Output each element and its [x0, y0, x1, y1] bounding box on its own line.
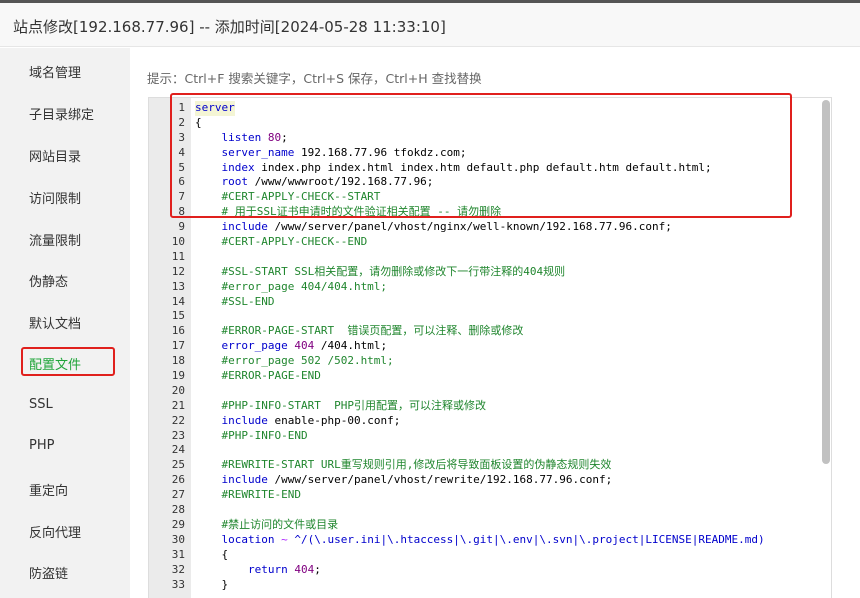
code-text: #SSL-START SSL相关配置，请勿删除或修改下一行带注释的404规则 [195, 264, 566, 278]
sidebar-item-php[interactable]: PHP [29, 438, 54, 453]
sidebar-item-redirect[interactable]: 重定向 [29, 480, 68, 499]
code-line[interactable]: 17 error_page 404 /404.html; [149, 339, 819, 354]
sidebar-item-domain[interactable]: 域名管理 [29, 62, 81, 81]
code-line[interactable]: 32 return 404; [149, 563, 819, 578]
code-line[interactable]: 25 #REWRITE-START URL重写规则引用,修改后将导致面板设置的伪… [149, 458, 819, 473]
line-number: 21 [171, 398, 185, 412]
code-text: return 404; [247, 562, 321, 576]
code-text: #REWRITE-START URL重写规则引用,修改后将导致面板设置的伪静态规… [195, 458, 612, 472]
sidebar-item-default-document[interactable]: 默认文档 [29, 313, 81, 332]
line-number: 16 [171, 324, 185, 338]
sidebar-item-subdirectory[interactable]: 子目录绑定 [29, 104, 94, 123]
code-text: #ERROR-PAGE-START 错误页配置，可以注释、删除或修改 [195, 324, 524, 338]
line-number: 20 [171, 383, 185, 397]
sidebar-item-ssl[interactable]: SSL [29, 397, 53, 412]
sidebar-item-traffic-limit[interactable]: 流量限制 [29, 230, 81, 249]
sidebar-item-site-directory[interactable]: 网站目录 [29, 146, 81, 165]
code-text: location ~ ^/(\.user.ini|\.htaccess|\.gi… [221, 532, 765, 546]
code-line[interactable]: 9 include /www/server/panel/vhost/nginx/… [149, 220, 819, 235]
code-text: #CERT-APPLY-CHECK--END [195, 235, 368, 249]
line-number: 22 [171, 413, 185, 427]
code-text: { [195, 547, 229, 561]
code-text: #error_page 404/404.html; [195, 279, 388, 293]
code-line[interactable]: 30 location ~ ^/(\.user.ini|\.htaccess|\… [149, 533, 819, 548]
active-item-annotation-box [21, 347, 115, 376]
line-number: 26 [171, 473, 185, 487]
line-number: 25 [171, 458, 185, 472]
code-line[interactable]: 29 #禁止访问的文件或目录 [149, 518, 819, 533]
sidebar: 域名管理 子目录绑定 网站目录 访问限制 流量限制 伪静态 默认文档 配置文件 … [0, 48, 130, 598]
code-line[interactable]: 27 #REWRITE-END [149, 488, 819, 503]
line-number: 15 [171, 309, 185, 323]
code-text: include /www/server/panel/vhost/nginx/we… [221, 220, 672, 234]
line-number: 24 [171, 443, 185, 457]
line-number: 30 [171, 532, 185, 546]
code-line[interactable]: 23 #PHP-INFO-END [149, 429, 819, 444]
line-number: 18 [171, 354, 185, 368]
code-line[interactable]: 11 [149, 250, 819, 265]
line-number: 17 [171, 339, 185, 353]
code-text: } [195, 577, 229, 591]
line-number: 27 [171, 488, 185, 502]
code-text: include enable-php-00.conf; [221, 413, 401, 427]
code-annotation-box [170, 93, 792, 218]
line-number: 33 [171, 577, 185, 591]
code-line[interactable]: 10 #CERT-APPLY-CHECK--END [149, 235, 819, 250]
editor-hint: 提示：Ctrl+F 搜索关键字，Ctrl+S 保存，Ctrl+H 查找替换 [147, 71, 482, 86]
sidebar-item-access-limit[interactable]: 访问限制 [29, 188, 81, 207]
code-line[interactable]: 15 [149, 309, 819, 324]
line-number: 28 [171, 503, 185, 517]
code-line[interactable]: 33 } [149, 578, 819, 593]
code-line[interactable]: 16 #ERROR-PAGE-START 错误页配置，可以注释、删除或修改 [149, 324, 819, 339]
line-number: 29 [171, 517, 185, 531]
code-line[interactable]: 31 { [149, 548, 819, 563]
code-text: #PHP-INFO-END [195, 428, 308, 442]
line-number: 19 [171, 369, 185, 383]
code-text: #REWRITE-END [195, 488, 301, 502]
code-text: #error_page 502 /502.html; [195, 354, 394, 368]
line-number: 10 [171, 235, 185, 249]
code-line[interactable]: 28 [149, 503, 819, 518]
code-text: include /www/server/panel/vhost/rewrite/… [221, 473, 613, 487]
code-line[interactable]: 19 #ERROR-PAGE-END [149, 369, 819, 384]
sidebar-item-hotlink-protection[interactable]: 防盗链 [29, 563, 68, 582]
line-number: 32 [171, 562, 185, 576]
code-line[interactable]: 24 [149, 443, 819, 458]
line-number: 13 [171, 279, 185, 293]
dialog-title: 站点修改[192.168.77.96] -- 添加时间[2024-05-28 1… [13, 18, 446, 36]
line-number: 14 [171, 294, 185, 308]
code-line[interactable]: 14 #SSL-END [149, 295, 819, 310]
dialog-titlebar: 站点修改[192.168.77.96] -- 添加时间[2024-05-28 1… [0, 3, 860, 47]
code-text: #ERROR-PAGE-END [195, 369, 321, 383]
code-line[interactable]: 12 #SSL-START SSL相关配置，请勿删除或修改下一行带注释的404规… [149, 265, 819, 280]
code-text: error_page 404 /404.html; [221, 339, 388, 353]
code-line[interactable]: 13 #error_page 404/404.html; [149, 280, 819, 295]
code-text: #禁止访问的文件或目录 [195, 517, 339, 531]
line-number: 31 [171, 547, 185, 561]
sidebar-item-rewrite-static[interactable]: 伪静态 [29, 271, 68, 290]
editor-scrollbar[interactable] [822, 100, 830, 464]
code-text: #SSL-END [195, 294, 275, 308]
code-line[interactable]: 26 include /www/server/panel/vhost/rewri… [149, 473, 819, 488]
code-text: #PHP-INFO-START PHP引用配置，可以注释或修改 [195, 398, 486, 412]
line-number: 12 [171, 264, 185, 278]
sidebar-item-reverse-proxy[interactable]: 反向代理 [29, 522, 81, 541]
line-number: 9 [178, 220, 185, 234]
line-number: 11 [171, 249, 185, 263]
line-number: 23 [171, 428, 185, 442]
code-line[interactable]: 20 [149, 384, 819, 399]
code-line[interactable]: 18 #error_page 502 /502.html; [149, 354, 819, 369]
code-line[interactable]: 21 #PHP-INFO-START PHP引用配置，可以注释或修改 [149, 399, 819, 414]
code-line[interactable]: 22 include enable-php-00.conf; [149, 414, 819, 429]
